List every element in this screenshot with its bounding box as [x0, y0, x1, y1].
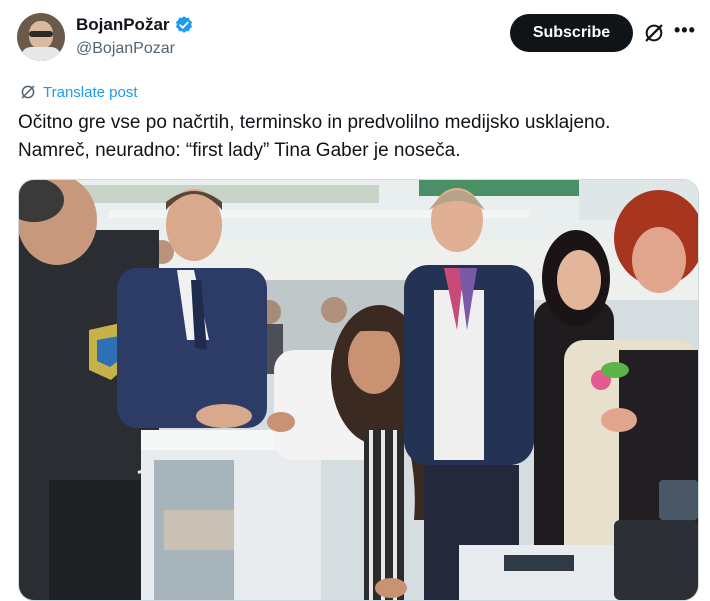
tweet-photo[interactable]: POLI [18, 179, 699, 601]
tweet-text-line-2: Namreč, neuradno: “first lady” Tina Gabe… [18, 140, 461, 161]
verified-badge-icon [175, 16, 192, 33]
translate-post-link[interactable]: Translate post [19, 83, 138, 101]
translate-post-label[interactable]: Translate post [43, 84, 138, 101]
author-name-row[interactable]: BojanPožar [76, 15, 194, 35]
grok-icon[interactable] [643, 22, 665, 44]
more-icon[interactable]: ••• [674, 20, 696, 41]
subscribe-button[interactable]: Subscribe [510, 14, 633, 52]
author-avatar[interactable] [17, 13, 65, 61]
author-display-name[interactable]: BojanPožar [76, 15, 170, 35]
photo-illustration: POLI [19, 180, 698, 600]
author-handle[interactable]: @BojanPozar [76, 40, 175, 58]
tweet-text: Očitno gre vse po načrtih, terminsko in … [18, 109, 698, 165]
translate-icon [21, 85, 35, 99]
tweet-text-line-1: Očitno gre vse po načrtih, terminsko in … [18, 112, 611, 133]
